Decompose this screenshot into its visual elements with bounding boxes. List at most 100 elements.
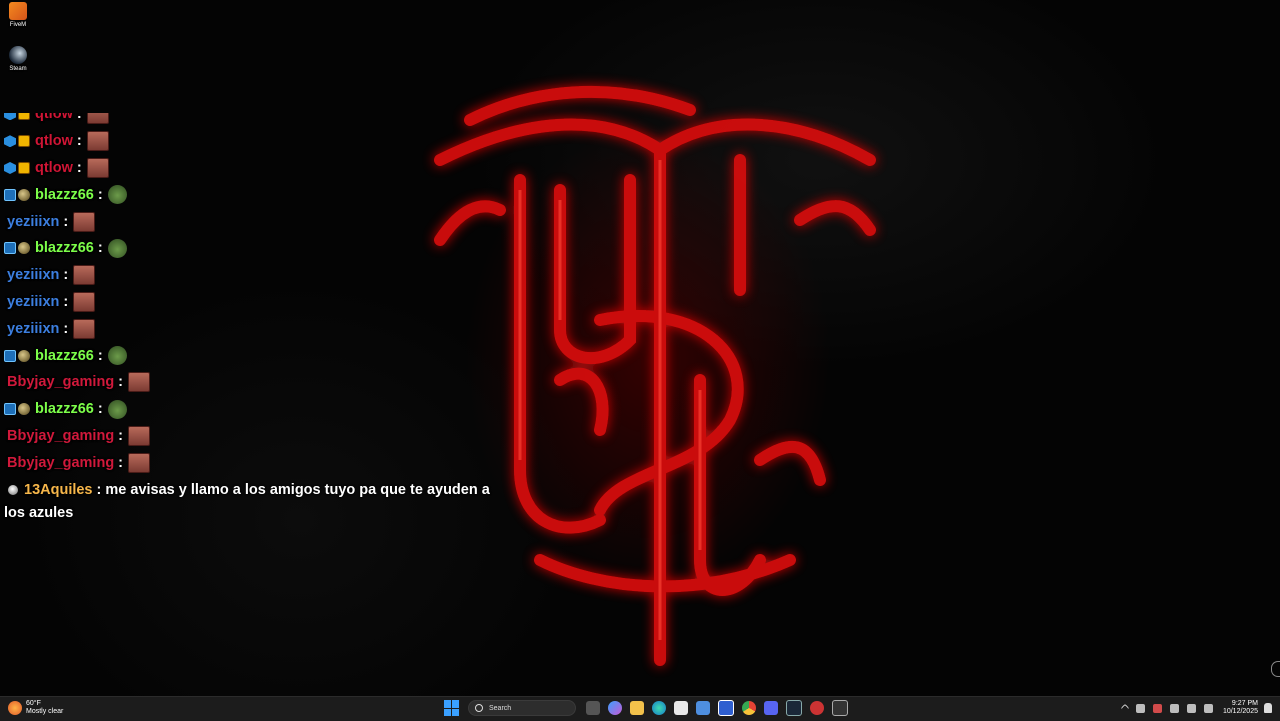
chat-username[interactable]: 13Aquiles <box>24 482 93 498</box>
chat-message: blazzz66: <box>0 396 509 423</box>
chat-separator: : <box>97 347 103 364</box>
chat-separator: : <box>97 240 103 257</box>
orb-badge-icon <box>18 403 30 416</box>
chat-username[interactable]: yeziiixn <box>7 321 59 337</box>
crown-badge-icon <box>18 161 30 174</box>
chat-separator: : <box>76 159 82 176</box>
steam-taskbar-icon[interactable] <box>786 700 802 716</box>
chat-message: blazzz66: <box>0 235 509 262</box>
chat-username[interactable]: yeziiixn <box>7 214 59 230</box>
chat-username[interactable]: Bbyjay_gaming <box>7 455 114 471</box>
face-emote-icon <box>86 157 109 178</box>
chat-username[interactable]: blazzz66 <box>35 401 94 417</box>
face-emote-icon <box>128 452 151 473</box>
prime-cube-badge-icon <box>4 135 16 148</box>
face-emote-icon <box>73 265 96 286</box>
microphone-icon[interactable] <box>1152 703 1162 713</box>
chat-message: qtlow: <box>0 155 509 182</box>
chat-separator: : <box>63 267 69 284</box>
face-emote-icon <box>128 372 151 393</box>
chevron-up-icon[interactable] <box>1120 703 1130 713</box>
face-emote-icon <box>128 425 151 446</box>
chat-message: qtlow: <box>0 113 509 128</box>
fivem-icon <box>9 2 27 20</box>
chat-separator: : <box>76 113 82 123</box>
file-explorer-icon[interactable] <box>630 701 644 715</box>
taskbar: 60°F Mostly clear Search 9:27 PM 10/12/2 <box>0 696 1280 721</box>
chat-message: blazzz66: <box>0 342 509 369</box>
chat-message: yeziiixn: <box>0 289 509 316</box>
network-icon[interactable] <box>1186 703 1196 713</box>
chat-separator: : <box>96 482 102 499</box>
chat-username[interactable]: qtlow <box>35 160 73 176</box>
chat-username[interactable]: blazzz66 <box>35 348 94 364</box>
edge-icon[interactable] <box>652 701 666 715</box>
frog-emote-icon <box>107 238 127 258</box>
chat-username[interactable]: yeziiixn <box>7 294 59 310</box>
prime-cube-badge-icon <box>4 113 16 121</box>
frog-emote-icon <box>107 399 127 419</box>
volume-icon[interactable] <box>1203 703 1213 713</box>
search-icon <box>475 704 483 712</box>
crown-badge-icon <box>18 113 30 121</box>
orb-badge-icon <box>18 242 30 255</box>
chat-username[interactable]: blazzz66 <box>35 187 94 203</box>
face-emote-icon <box>73 211 96 232</box>
task-view-icon[interactable] <box>586 701 600 715</box>
chat-message: Bbyjay_gaming: <box>0 369 509 396</box>
taskbar-search[interactable]: Search <box>468 700 576 716</box>
chat-username[interactable]: yeziiixn <box>7 267 59 283</box>
prime-cube-badge-icon <box>4 161 16 174</box>
face-emote-icon <box>73 291 96 312</box>
chat-overlay: qtlow: qtlow: qtlow: blazzz66: yeziiixn: blaz… <box>0 113 520 543</box>
notification-bell-icon[interactable] <box>1264 703 1272 713</box>
chat-message: blazzz66: <box>0 181 509 208</box>
frog-emote-icon <box>107 346 127 366</box>
search-placeholder: Search <box>489 704 512 712</box>
weather-icon <box>8 701 22 715</box>
lightbulb-badge-icon <box>8 485 18 496</box>
chat-username[interactable]: qtlow <box>35 113 73 122</box>
onedrive-icon[interactable] <box>1135 703 1145 713</box>
clock[interactable]: 9:27 PM 10/12/2025 <box>1223 700 1258 716</box>
face-emote-icon <box>73 318 96 339</box>
weather-widget[interactable]: 60°F Mostly clear <box>8 700 63 716</box>
chat-username[interactable]: blazzz66 <box>35 240 94 256</box>
desktop-icon-steam[interactable]: Steam <box>2 46 34 72</box>
start-button[interactable] <box>444 700 460 716</box>
chat-username[interactable]: Bbyjay_gaming <box>7 428 114 444</box>
display-icon[interactable] <box>1169 703 1179 713</box>
chat-username[interactable]: Bbyjay_gaming <box>7 374 114 390</box>
orb-badge-icon <box>18 349 30 362</box>
app-icon[interactable] <box>696 701 710 715</box>
app-icon[interactable] <box>832 700 848 716</box>
chat-separator: : <box>63 293 69 310</box>
chat-message: Bbyjay_gaming: <box>0 423 509 450</box>
face-emote-icon <box>86 113 109 125</box>
chat-separator: : <box>63 213 69 230</box>
steam-icon <box>9 46 27 64</box>
discord-icon[interactable] <box>764 701 778 715</box>
copilot-icon[interactable] <box>608 701 622 715</box>
weather-desc: Mostly clear <box>26 708 64 715</box>
app-icon[interactable] <box>810 701 824 715</box>
chrome-icon[interactable] <box>742 701 756 715</box>
tool-badge-icon <box>4 349 16 362</box>
chat-message: yeziiixn: <box>0 262 509 289</box>
chat-separator: : <box>76 133 82 150</box>
side-panel-handle[interactable] <box>1271 661 1280 677</box>
weather-temp: 60°F <box>26 700 41 707</box>
desktop-icon-label: Steam <box>9 66 27 72</box>
chat-separator: : <box>118 427 124 444</box>
desktop-icon-fivem[interactable]: FiveM <box>2 2 34 28</box>
chat-message: qtlow: <box>0 128 509 155</box>
chat-message: yeziiixn: <box>0 208 509 235</box>
clock-time: 9:27 PM <box>1231 700 1258 707</box>
tool-badge-icon <box>4 403 16 416</box>
chat-username[interactable]: qtlow <box>35 133 73 149</box>
store-icon[interactable] <box>674 701 688 715</box>
chat-separator: : <box>118 374 124 391</box>
clock-date: 10/12/2025 <box>1222 708 1258 715</box>
app-icon[interactable] <box>718 700 734 716</box>
tool-badge-icon <box>4 242 16 255</box>
